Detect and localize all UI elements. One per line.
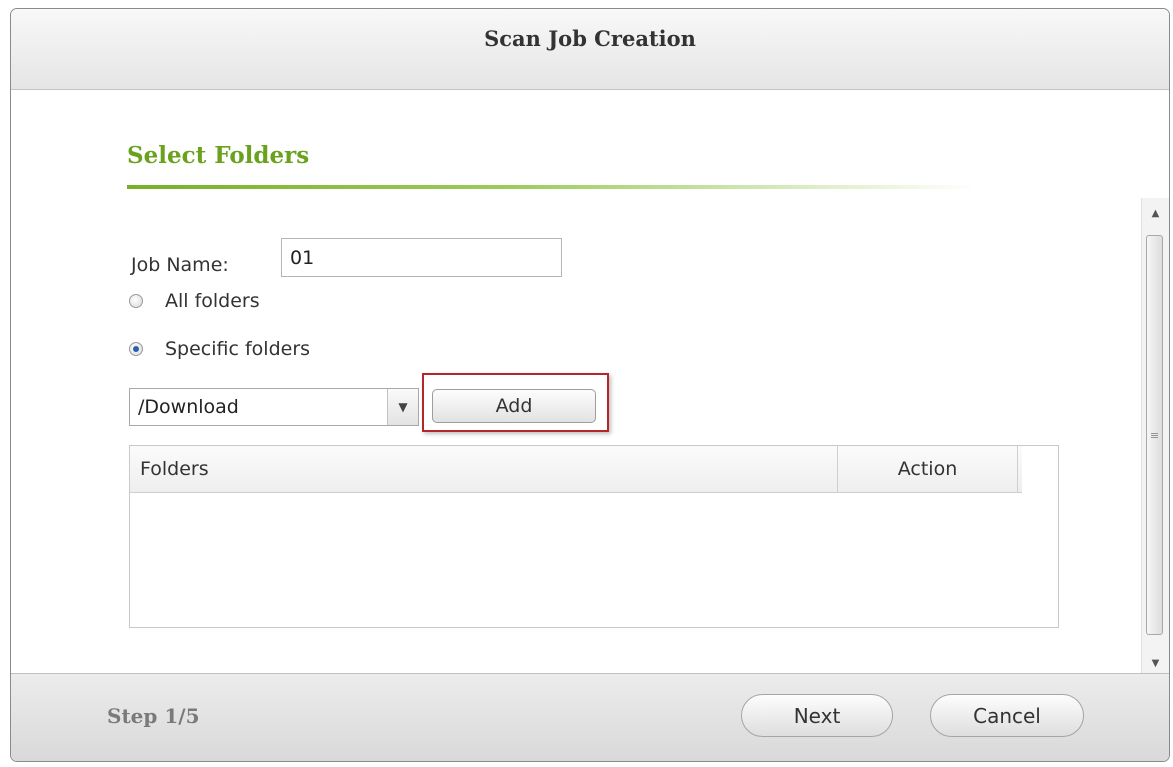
cancel-button[interactable]: Cancel <box>930 694 1084 737</box>
add-button[interactable]: Add <box>432 389 596 423</box>
scroll-up-icon[interactable]: ▲ <box>1142 202 1169 224</box>
next-button[interactable]: Next <box>741 694 893 737</box>
folder-select-value: /Download <box>138 396 239 418</box>
dialog-footer: Step 1/5 Next Cancel <box>11 673 1169 761</box>
folders-table: Folders Action <box>129 445 1059 628</box>
section-title: Select Folders <box>127 142 310 169</box>
radio-specific-folders[interactable]: Specific folders <box>129 338 310 360</box>
radio-label-specific-folders: Specific folders <box>165 338 311 360</box>
dialog-content: Select Folders Job Name: All folders Spe… <box>11 90 1169 680</box>
dialog-titlebar: Scan Job Creation <box>11 9 1169 90</box>
section-divider <box>127 185 977 189</box>
step-indicator: Step 1/5 <box>107 704 200 728</box>
folders-table-header: Folders Action <box>130 446 1022 493</box>
radio-button-unchecked[interactable] <box>129 294 143 308</box>
radio-button-checked[interactable] <box>129 342 143 356</box>
job-name-input[interactable] <box>281 238 562 277</box>
scroll-thumb[interactable]: ≡ <box>1146 235 1163 635</box>
folder-select[interactable]: /Download ▼ <box>129 388 419 426</box>
job-name-label: Job Name: <box>131 254 229 276</box>
scan-job-dialog: Scan Job Creation Select Folders Job Nam… <box>10 8 1170 762</box>
scroll-down-icon[interactable]: ▼ <box>1142 652 1169 674</box>
radio-label-all-folders: All folders <box>165 290 260 312</box>
dialog-title: Scan Job Creation <box>484 25 696 51</box>
column-header-folders[interactable]: Folders <box>130 446 838 492</box>
radio-all-folders[interactable]: All folders <box>129 290 260 312</box>
vertical-scrollbar[interactable]: ▲ ≡ ▼ <box>1141 198 1169 678</box>
chevron-down-icon[interactable]: ▼ <box>387 389 418 425</box>
column-header-action[interactable]: Action <box>838 446 1018 492</box>
